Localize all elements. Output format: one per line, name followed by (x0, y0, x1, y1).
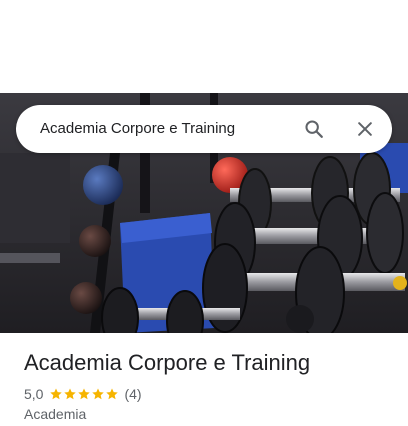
place-category: Academia (24, 406, 87, 422)
star-icon (78, 388, 91, 400)
place-title: Academia Corpore e Training (24, 350, 311, 375)
review-count[interactable]: (4) (124, 386, 141, 402)
close-icon[interactable] (353, 117, 377, 141)
rating-stars (49, 387, 119, 401)
star-icon (64, 388, 77, 400)
star-icon (50, 388, 63, 400)
rating-value: 5,0 (24, 386, 44, 402)
search-input[interactable]: Academia Corpore e Training (40, 105, 235, 153)
star-icon (92, 388, 105, 400)
star-icon (106, 388, 119, 400)
rating-row[interactable]: 5,0 (4) (24, 385, 142, 403)
search-bar[interactable]: Academia Corpore e Training (16, 105, 392, 153)
search-icon[interactable] (302, 117, 326, 141)
